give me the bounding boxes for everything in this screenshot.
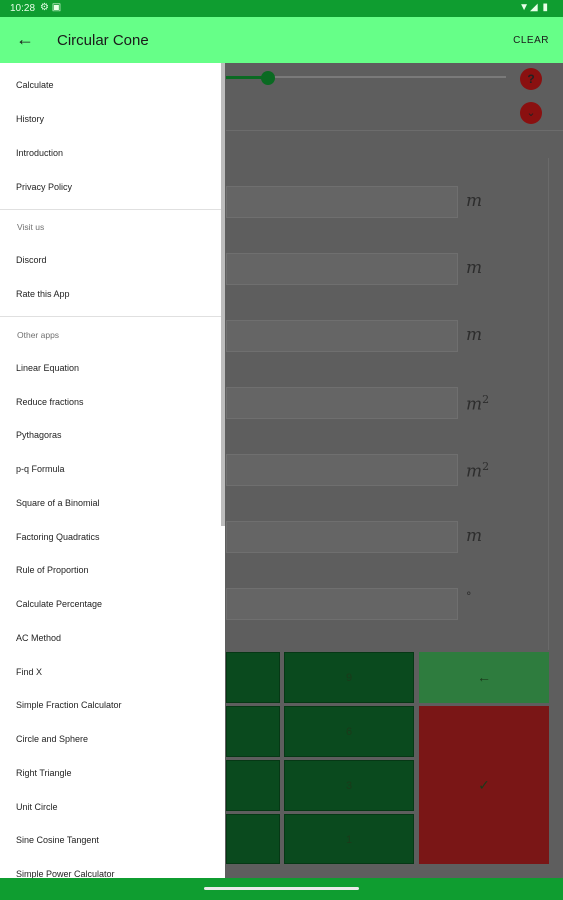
- unit-label-5: m2: [466, 460, 490, 482]
- drawer-item-app[interactable]: p-q Formula: [16, 464, 65, 474]
- status-bar: 10:28 ⚙ ▣ ▼◢ ▮: [0, 0, 563, 17]
- unit-label-6: m: [466, 526, 483, 546]
- unit-label-3: m: [466, 325, 483, 345]
- help-button[interactable]: ?: [520, 68, 542, 90]
- input-field-5[interactable]: [226, 454, 458, 486]
- unit-label-7: °: [466, 590, 472, 603]
- input-field-7[interactable]: [226, 588, 458, 620]
- drawer-item-app[interactable]: Calculate Percentage: [16, 599, 102, 609]
- drawer-item-history[interactable]: History: [16, 114, 44, 124]
- status-system-icons: ▼◢ ▮: [519, 2, 549, 13]
- input-field-4[interactable]: [226, 387, 458, 419]
- unit-label-1: m: [466, 191, 483, 211]
- info-button[interactable]: ⌄: [520, 102, 542, 124]
- drawer-item-app[interactable]: Square of a Binomial: [16, 498, 100, 508]
- drawer-item-app[interactable]: Pythagoras: [16, 430, 62, 440]
- drawer-header-other-apps: Other apps: [17, 330, 60, 340]
- key-6[interactable]: 6: [284, 706, 414, 757]
- clear-button[interactable]: CLEAR: [513, 35, 549, 46]
- key-3[interactable]: 3: [284, 760, 414, 811]
- drawer-item-rate-app[interactable]: Rate this App: [16, 289, 70, 299]
- drawer-header-visit: Visit us: [17, 222, 45, 232]
- drawer-item-privacy-policy[interactable]: Privacy Policy: [16, 182, 72, 192]
- unit-label-4: m2: [466, 393, 490, 415]
- app-bar: ← Circular Cone CLEAR: [0, 17, 563, 63]
- input-field-6[interactable]: [226, 521, 458, 553]
- drawer-item-app[interactable]: Sine Cosine Tangent: [16, 835, 99, 845]
- drawer-item-app[interactable]: Linear Equation: [16, 363, 79, 373]
- drawer-item-app[interactable]: Reduce fractions: [16, 397, 84, 407]
- input-field-3[interactable]: [226, 320, 458, 352]
- drawer-item-app[interactable]: Right Triangle: [16, 768, 72, 778]
- drawer-item-app[interactable]: Simple Fraction Calculator: [16, 700, 122, 710]
- back-arrow-icon[interactable]: ←: [16, 29, 34, 50]
- drawer-item-app[interactable]: Factoring Quadratics: [16, 532, 100, 542]
- drawer-item-introduction[interactable]: Introduction: [16, 148, 63, 158]
- key-9[interactable]: 9: [284, 652, 414, 703]
- input-field-2[interactable]: [226, 253, 458, 285]
- key-left-1[interactable]: [226, 652, 280, 703]
- unit-label-2: m: [466, 258, 483, 278]
- backspace-key[interactable]: ←: [419, 652, 549, 703]
- key-left-2[interactable]: [226, 706, 280, 757]
- drawer-item-app[interactable]: Find X: [16, 667, 42, 677]
- page-title: Circular Cone: [57, 32, 149, 49]
- drawer-item-app[interactable]: Circle and Sphere: [16, 734, 88, 744]
- navigation-drawer: Calculate History Introduction Privacy P…: [0, 63, 225, 878]
- key-left-4[interactable]: [226, 814, 280, 864]
- status-time: 10:28: [10, 3, 36, 14]
- drawer-item-app[interactable]: AC Method: [16, 633, 61, 643]
- status-notification-icons: ⚙ ▣: [40, 2, 62, 13]
- slider-thumb[interactable]: [261, 71, 275, 85]
- drawer-item-app[interactable]: Rule of Proportion: [16, 565, 89, 575]
- key-left-3[interactable]: [226, 760, 280, 811]
- home-gesture-handle[interactable]: [204, 887, 359, 890]
- input-field-1[interactable]: [226, 186, 458, 218]
- drawer-scrollbar[interactable]: [221, 63, 225, 526]
- drawer-item-calculate[interactable]: Calculate: [16, 80, 54, 90]
- drawer-divider: [0, 209, 221, 210]
- confirm-key[interactable]: ✓: [419, 706, 549, 864]
- drawer-item-discord[interactable]: Discord: [16, 255, 47, 265]
- key-1[interactable]: 1: [284, 814, 414, 864]
- divider: [226, 130, 563, 131]
- drawer-item-app[interactable]: Unit Circle: [16, 802, 58, 812]
- drawer-item-app[interactable]: Simple Power Calculator: [16, 869, 115, 878]
- drawer-divider: [0, 316, 221, 317]
